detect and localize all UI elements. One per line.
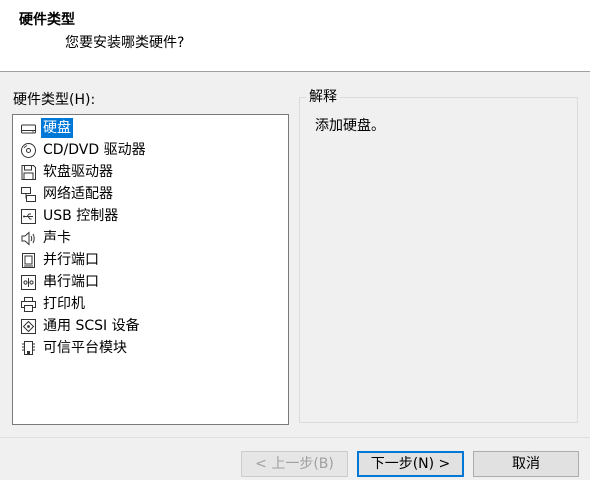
explanation-groupbox: 解释 添加硬盘。 (299, 88, 578, 423)
next-button[interactable]: 下一步(N) > (357, 451, 464, 477)
hard-disk-icon (19, 119, 37, 137)
cd-dvd-icon (19, 141, 37, 159)
scsi-icon (19, 317, 37, 335)
hardware-type-label: 硬件类型(H): (13, 92, 96, 108)
wizard-body: 硬件类型(H): 硬盘 CD/DVD 驱动器 软盘驱动器 网络适配器 USB 控… (0, 73, 590, 437)
list-item-serial-port[interactable]: 串行端口 (13, 271, 288, 293)
cancel-button[interactable]: 取消 (473, 451, 579, 477)
list-item-usb-controller[interactable]: USB 控制器 (13, 205, 288, 227)
list-item-tpm[interactable]: 可信平台模块 (13, 337, 288, 359)
list-item-generic-scsi[interactable]: 通用 SCSI 设备 (13, 315, 288, 337)
list-item-label: 声卡 (43, 230, 71, 246)
usb-icon (19, 207, 37, 225)
header-title: 硬件类型 (19, 12, 75, 28)
list-item-label: 可信平台模块 (43, 340, 127, 356)
list-item-label: 并行端口 (43, 252, 99, 268)
speaker-icon (19, 229, 37, 247)
wizard-header: 硬件类型 您要安装哪类硬件? (0, 0, 590, 72)
footer-divider (0, 437, 590, 438)
list-item-printer[interactable]: 打印机 (13, 293, 288, 315)
list-item-network-adapter[interactable]: 网络适配器 (13, 183, 288, 205)
floppy-icon (19, 163, 37, 181)
list-item-parallel-port[interactable]: 并行端口 (13, 249, 288, 271)
explanation-text: 添加硬盘。 (315, 118, 385, 134)
list-item-cd-dvd[interactable]: CD/DVD 驱动器 (13, 139, 288, 161)
printer-icon (19, 295, 37, 313)
list-item-label: USB 控制器 (43, 208, 119, 224)
parallel-port-icon (19, 251, 37, 269)
hardware-type-list[interactable]: 硬盘 CD/DVD 驱动器 软盘驱动器 网络适配器 USB 控制器 声卡 并行端… (12, 114, 289, 425)
list-item-label: 串行端口 (43, 274, 99, 290)
header-subtitle: 您要安装哪类硬件? (65, 35, 185, 51)
serial-port-icon (19, 273, 37, 291)
explanation-legend: 解释 (306, 88, 340, 106)
tpm-chip-icon (19, 339, 37, 357)
list-item-label: 通用 SCSI 设备 (43, 318, 140, 334)
list-item-hard-disk[interactable]: 硬盘 (13, 117, 288, 139)
network-adapter-icon (19, 185, 37, 203)
list-item-label: 软盘驱动器 (43, 164, 113, 180)
list-item-label: CD/DVD 驱动器 (43, 142, 146, 158)
back-button[interactable]: < 上一步(B) (241, 451, 348, 477)
list-item-label: 网络适配器 (43, 186, 113, 202)
list-item-floppy[interactable]: 软盘驱动器 (13, 161, 288, 183)
list-item-sound-card[interactable]: 声卡 (13, 227, 288, 249)
list-item-label: 打印机 (43, 296, 85, 312)
list-item-label: 硬盘 (41, 118, 73, 138)
